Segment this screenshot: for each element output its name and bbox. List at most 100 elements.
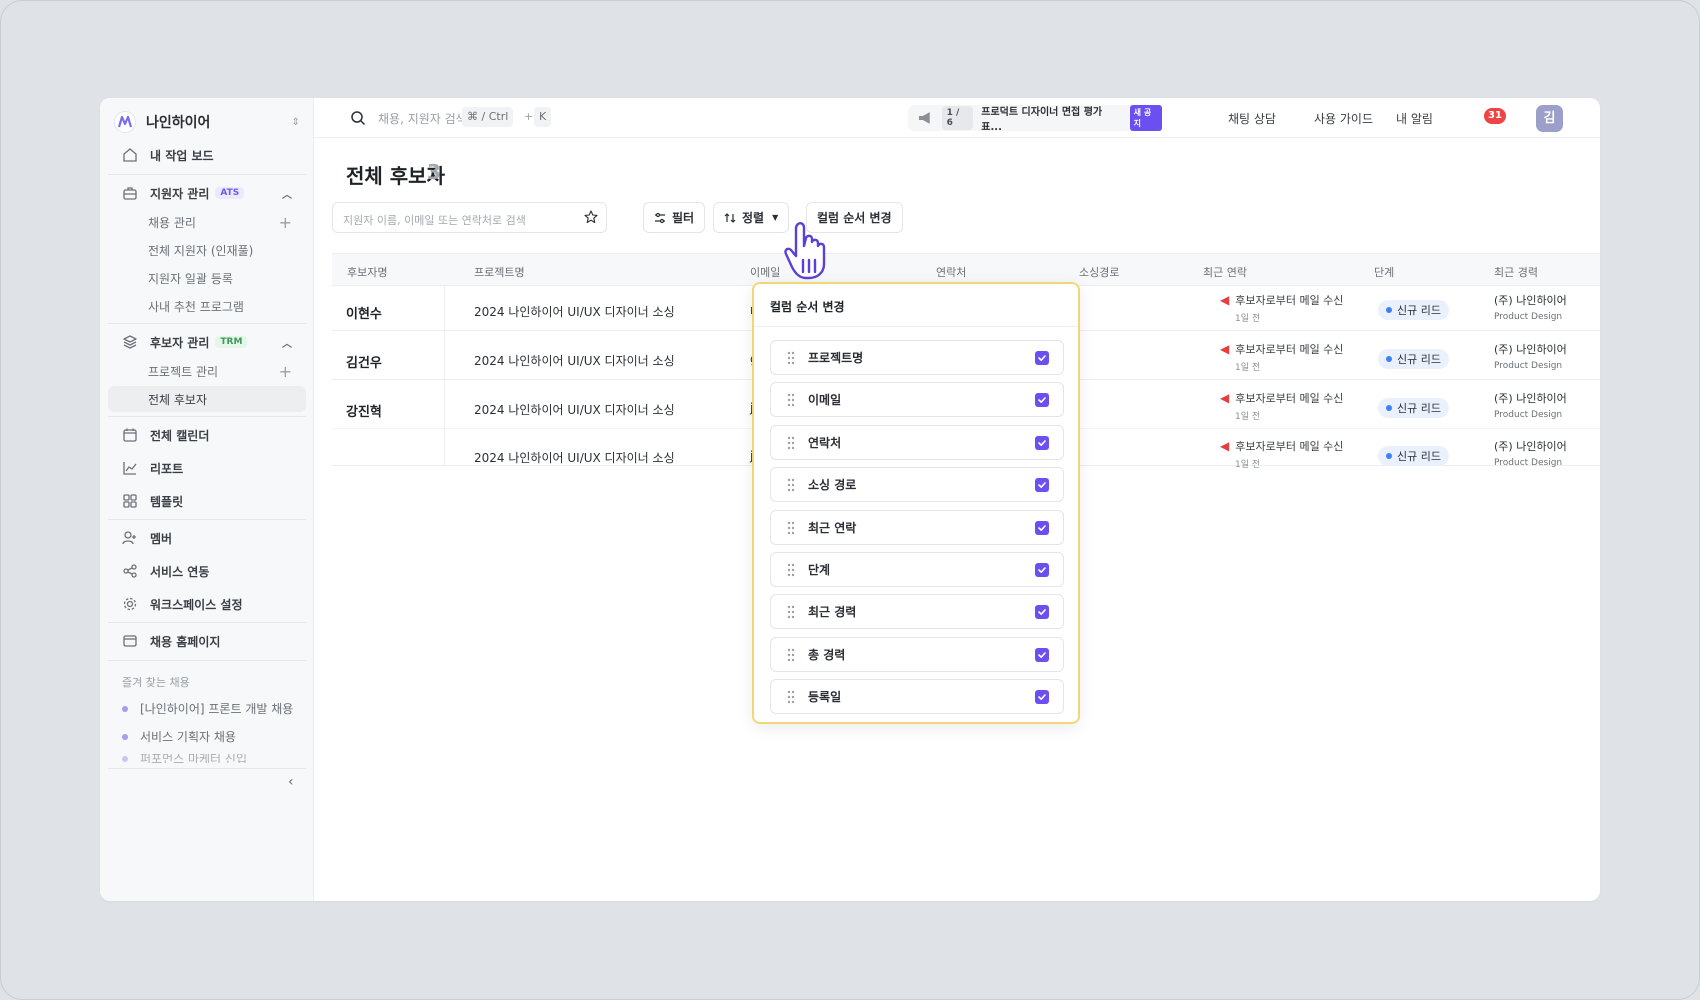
star-icon[interactable] xyxy=(584,210,598,224)
checkbox[interactable] xyxy=(1035,520,1049,535)
sidebar-item-label: 전체 캘린더 xyxy=(150,428,210,443)
column-header[interactable]: 후보자명 xyxy=(347,264,387,280)
candidate-name[interactable]: 이현수 xyxy=(346,303,382,322)
sidebar-item-label: 지원자 관리 xyxy=(150,186,210,201)
checkbox[interactable] xyxy=(1035,605,1049,620)
sidebar-item-candidate-mgmt[interactable]: 후보자 관리 TRM ︿ xyxy=(108,327,306,357)
sort-button[interactable]: 정렬 ▼ xyxy=(713,202,790,233)
favorite-item[interactable]: [나인하이어] 프론트 개발 채용 xyxy=(122,700,293,717)
drag-handle-icon[interactable] xyxy=(787,521,795,535)
column-header[interactable]: 최근 연락 xyxy=(1203,264,1247,280)
alerts-link[interactable]: 내 알림 xyxy=(1396,110,1433,127)
sidebar-item-referral[interactable]: 사내 추천 프로그램 xyxy=(108,293,306,319)
favorite-item[interactable]: 퍼포먼스 마케터 신입 xyxy=(122,754,247,763)
candidate-name[interactable]: 강진혁 xyxy=(346,401,382,420)
column-toggle-item[interactable]: 연락처 xyxy=(770,424,1064,460)
search-icon[interactable] xyxy=(350,110,366,126)
sidebar-item-all-applicants[interactable]: 전체 지원자 (인재풀) xyxy=(108,237,306,263)
chevron-up-icon[interactable]: ︿ xyxy=(282,335,292,350)
sidebar-item-label: 채용 홈페이지 xyxy=(150,634,221,649)
drag-handle-icon[interactable] xyxy=(787,605,795,619)
stage-badge[interactable]: 신규 리드 xyxy=(1378,300,1449,320)
drag-handle-icon[interactable] xyxy=(787,393,795,407)
checkbox[interactable] xyxy=(1035,690,1049,705)
sidebar-item-member[interactable]: 멤버 xyxy=(108,523,306,553)
favorite-item[interactable]: 서비스 기획자 채용 xyxy=(122,728,236,745)
project-name[interactable]: 2024 나인하이어 UI/UX 디자이너 소싱 xyxy=(474,303,675,320)
checkbox[interactable] xyxy=(1035,393,1049,408)
stage-badge[interactable]: 신규 리드 xyxy=(1378,349,1449,369)
add-icon[interactable]: + xyxy=(279,362,292,381)
column-toggle-item[interactable]: 단계 xyxy=(770,552,1064,587)
briefcase-icon xyxy=(123,187,137,200)
project-name[interactable]: 2024 나인하이어 UI/UX 디자이너 소싱 xyxy=(474,352,675,369)
sidebar-item-applicant-mgmt[interactable]: 지원자 관리 ATS ︿ xyxy=(108,178,306,208)
recent-contact-text: 후보자로부터 메일 수신 xyxy=(1235,440,1344,453)
column-toggle-item[interactable]: 최근 경력 xyxy=(770,594,1064,630)
sidebar-item-integration[interactable]: 서비스 연동 xyxy=(108,556,306,586)
project-name[interactable]: 2024 나인하이어 UI/UX 디자이너 소싱 xyxy=(474,401,675,418)
notice-banner[interactable]: 1 / 6 프로덕트 디자이너 면접 평가표... 새 공지 xyxy=(908,105,1163,133)
drag-handle-icon[interactable] xyxy=(787,436,795,450)
column-toggle-label: 소싱 경로 xyxy=(808,478,857,493)
column-header[interactable]: 연락처 xyxy=(936,264,966,280)
sidebar-item-settings[interactable]: 워크스페이스 설정 xyxy=(108,589,306,619)
sidebar-item-calendar[interactable]: 전체 캘린더 xyxy=(108,420,306,450)
checkbox[interactable] xyxy=(1035,563,1049,577)
stage-label: 신규 리드 xyxy=(1397,450,1441,463)
chevron-up-icon[interactable]: ︿ xyxy=(282,186,292,201)
sidebar-item-label: 멤버 xyxy=(150,531,173,546)
divider xyxy=(108,622,306,623)
sidebar-item-my-board[interactable]: 내 작업 보드 xyxy=(108,140,306,170)
add-icon[interactable]: + xyxy=(279,213,292,232)
sidebar-item-report[interactable]: 리포트 xyxy=(108,453,306,483)
career-role: Product Design xyxy=(1494,458,1563,468)
drag-handle-icon[interactable] xyxy=(787,690,795,704)
candidate-name[interactable]: 김건우 xyxy=(346,352,382,371)
global-search-input[interactable]: 채용, 지원자 검색 xyxy=(378,110,467,127)
drag-handle-icon[interactable] xyxy=(787,648,795,662)
user-plus-icon xyxy=(122,531,136,545)
sidebar-item-template[interactable]: 템플릿 xyxy=(108,486,306,516)
stage-badge[interactable]: 신규 리드 xyxy=(1378,446,1449,466)
column-header[interactable]: 이메일 xyxy=(750,264,780,280)
chat-support-link[interactable]: 채팅 상담 xyxy=(1228,110,1276,127)
collapse-sidebar-icon[interactable]: ‹ xyxy=(288,774,294,790)
column-toggle-label: 등록일 xyxy=(808,690,842,705)
sidebar-item-all-candidates[interactable]: 전체 후보자 xyxy=(108,386,306,412)
drag-handle-icon[interactable] xyxy=(787,351,795,365)
column-header[interactable]: 프로젝트명 xyxy=(474,264,525,280)
sidebar-item-bulk-register[interactable]: 지원자 일괄 등록 xyxy=(108,265,306,291)
avatar[interactable]: 김 xyxy=(1536,105,1563,132)
column-header[interactable]: 소싱경로 xyxy=(1079,264,1119,280)
column-toggle-item[interactable]: 총 경력 xyxy=(770,636,1064,672)
column-toggle-item[interactable]: 최근 연락 xyxy=(770,509,1064,545)
recent-contact-text: 후보자로부터 메일 수신 xyxy=(1235,343,1344,356)
column-toggle-item[interactable]: 소싱 경로 xyxy=(770,467,1064,503)
workspace-toggle-icon[interactable]: ⇕ xyxy=(292,117,300,128)
project-name[interactable]: 2024 나인하이어 UI/UX 디자이너 소싱 xyxy=(474,449,675,466)
arrow-left-icon: ◀ xyxy=(1220,293,1230,307)
checkbox[interactable] xyxy=(1035,435,1049,450)
user-guide-link[interactable]: 사용 가이드 xyxy=(1314,110,1373,127)
filter-button[interactable]: 필터 xyxy=(643,202,706,233)
sidebar-item-recruit-mgmt[interactable]: 채용 관리 + xyxy=(108,209,306,235)
checkbox[interactable] xyxy=(1035,351,1049,365)
sidebar-item-project-mgmt[interactable]: 프로젝트 관리 + xyxy=(108,358,306,384)
checkbox[interactable] xyxy=(1035,478,1049,493)
drag-handle-icon[interactable] xyxy=(787,478,795,492)
sidebar-item-label: 리포트 xyxy=(150,461,184,476)
column-header[interactable]: 단계 xyxy=(1374,264,1394,280)
sidebar-item-homepage[interactable]: 채용 홈페이지 xyxy=(108,626,306,656)
column-header[interactable]: 최근 경력 xyxy=(1494,264,1538,280)
drag-handle-icon[interactable] xyxy=(787,563,795,577)
column-toggle-item[interactable]: 프로젝트명 xyxy=(770,340,1064,375)
column-toggle-item[interactable]: 이메일 xyxy=(770,382,1064,418)
column-order-popover: 컬럼 순서 변경 프로젝트명 이메일 연락처 소싱 경로 최근 연락 단계 최근 경력 총 경… xyxy=(752,282,1080,724)
workspace-switcher[interactable]: 나인하이어 ⇕ xyxy=(114,106,300,138)
sidebar-item-label: 지원자 일괄 등록 xyxy=(148,271,233,286)
candidate-search-input[interactable]: 지원자 이름, 이메일 또는 연락처로 검색 xyxy=(332,202,607,233)
column-toggle-item[interactable]: 등록일 xyxy=(770,679,1064,715)
checkbox[interactable] xyxy=(1035,647,1049,662)
stage-badge[interactable]: 신규 리드 xyxy=(1378,398,1449,418)
